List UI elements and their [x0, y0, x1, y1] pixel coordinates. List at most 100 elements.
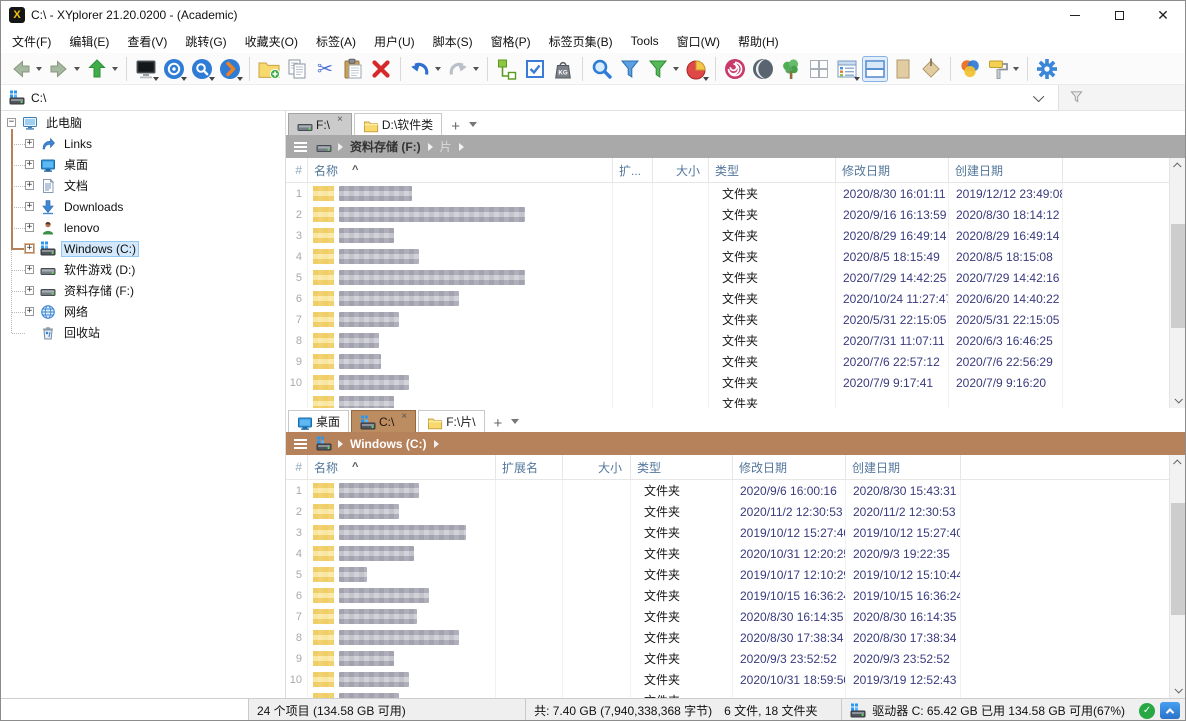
toolbar-delete-button[interactable]: [368, 56, 394, 82]
toolbar-redo-button[interactable]: [445, 56, 471, 82]
column-header-ext[interactable]: 扩...: [613, 158, 653, 182]
file-row[interactable]: 1文件夹2020/8/30 16:01:112019/12/12 23:49:0…: [286, 183, 1185, 204]
toolbar-configuration-button[interactable]: [1034, 56, 1060, 82]
dropdown-arrow-icon[interactable]: [237, 77, 243, 81]
scroll-up-arrow[interactable]: [1170, 455, 1186, 471]
toolbar-horizontal-panes-button[interactable]: [862, 56, 888, 82]
expand-icon[interactable]: +: [25, 244, 34, 253]
statusbar-panel-toggle-button[interactable]: [1160, 702, 1180, 719]
tree-item-软件游戏-D-[interactable]: +软件游戏 (D:): [1, 259, 285, 280]
dropdown-arrow-icon[interactable]: [435, 67, 441, 71]
scroll-down-arrow[interactable]: [1170, 682, 1186, 698]
column-header-num[interactable]: #: [286, 455, 308, 479]
file-row[interactable]: 6文件夹2019/10/15 16:36:242019/10/15 16:36:…: [286, 585, 1185, 606]
toolbar-preview-pane-button[interactable]: [890, 56, 916, 82]
toolbar-filter-button[interactable]: [617, 56, 643, 82]
toolbar-folder-size-button[interactable]: KG: [550, 56, 576, 82]
expand-icon[interactable]: +: [25, 307, 34, 316]
file-row[interactable]: 4文件夹2020/8/5 18:15:492020/8/5 18:15:08: [286, 246, 1185, 267]
file-row[interactable]: 4文件夹2020/10/31 12:20:252020/9/3 19:22:35: [286, 543, 1185, 564]
tree-item-lenovo[interactable]: +lenovo: [1, 217, 285, 238]
column-header-type[interactable]: 类型: [709, 158, 836, 182]
menu-item-窗口W[interactable]: 窗口(W): [668, 30, 729, 53]
tree-item-Links[interactable]: +Links: [1, 133, 285, 154]
breadcrumb-segment[interactable]: 片: [440, 138, 452, 155]
column-header-name[interactable]: 名称^: [308, 158, 613, 182]
tree-item-资料存储-F-[interactable]: +资料存储 (F:): [1, 280, 285, 301]
file-row[interactable]: 9文件夹2020/7/6 22:57:122020/7/6 22:56:29: [286, 351, 1185, 372]
toolbar-tiles-view-button[interactable]: [806, 56, 832, 82]
dropdown-arrow-icon[interactable]: [153, 77, 159, 81]
dropdown-arrow-icon[interactable]: [74, 67, 80, 71]
menu-item-编辑E[interactable]: 编辑(E): [60, 30, 118, 53]
toolbar-paste-button[interactable]: [340, 56, 366, 82]
scrollbar-thumb[interactable]: [1171, 224, 1185, 328]
dropdown-arrow-icon[interactable]: [181, 77, 187, 81]
toolbar-cut-button[interactable]: ✂: [312, 56, 338, 82]
column-header-name[interactable]: 名称^: [308, 455, 496, 479]
toolbar-color-filters-button[interactable]: [957, 56, 983, 82]
scrollbar-thumb[interactable]: [1171, 503, 1185, 615]
dropdown-arrow-icon[interactable]: [473, 67, 479, 71]
tree-item-Windows-C-[interactable]: +Windows (C:): [1, 238, 285, 259]
menu-item-Tools[interactable]: Tools: [622, 31, 668, 51]
scroll-up-arrow[interactable]: [1170, 158, 1186, 174]
menu-item-用户U[interactable]: 用户(U): [365, 30, 424, 53]
toolbar-styles-button[interactable]: [985, 56, 1011, 82]
file-row[interactable]: 10文件夹2020/10/31 18:59:502019/3/19 12:52:…: [286, 669, 1185, 690]
collapse-icon[interactable]: −: [7, 118, 16, 127]
file-row[interactable]: 2文件夹2020/9/16 16:13:592020/8/30 18:14:12: [286, 204, 1185, 225]
expand-icon[interactable]: +: [25, 160, 34, 169]
toolbar-details-view-button[interactable]: [834, 56, 860, 82]
breadcrumb-segment[interactable]: 资料存储 (F:): [350, 138, 421, 155]
toolbar-copy-button[interactable]: [284, 56, 310, 82]
breadcrumb-segment[interactable]: Windows (C:): [350, 437, 427, 451]
menu-item-帮助H[interactable]: 帮助(H): [729, 30, 788, 53]
toolbar-forward-button[interactable]: [46, 56, 72, 82]
tab-close-icon[interactable]: ×: [337, 115, 343, 125]
menu-item-跳转G[interactable]: 跳转(G): [176, 30, 235, 53]
toolbar-mini-tree-button[interactable]: [133, 56, 159, 82]
toolbar-new-folder-button[interactable]: [256, 56, 282, 82]
address-input[interactable]: C:\: [1, 85, 1030, 110]
dropdown-arrow-icon[interactable]: [112, 67, 118, 71]
new-tab-button[interactable]: +: [487, 415, 510, 432]
close-button[interactable]: ✕: [1141, 1, 1185, 29]
dropdown-arrow-icon[interactable]: [36, 67, 42, 71]
column-header-num[interactable]: #: [286, 158, 308, 182]
scroll-down-arrow[interactable]: [1170, 392, 1186, 408]
toolbar-back-button[interactable]: [8, 56, 34, 82]
tree-item-桌面[interactable]: +桌面: [1, 154, 285, 175]
toolbar-dark-mode-button[interactable]: [750, 56, 776, 82]
toolbar-go-to-button[interactable]: [217, 56, 243, 82]
menu-item-收藏夹O[interactable]: 收藏夹(O): [236, 30, 307, 53]
dropdown-arrow-icon[interactable]: [854, 77, 860, 81]
column-header-mod[interactable]: 修改日期: [733, 455, 846, 479]
expand-icon[interactable]: +: [25, 286, 34, 295]
address-dropdown-icon[interactable]: [1033, 90, 1044, 101]
tab-C[interactable]: C:\×: [351, 410, 416, 432]
expand-icon[interactable]: +: [25, 181, 34, 190]
menu-item-脚本S[interactable]: 脚本(S): [424, 30, 482, 53]
tab-list-dropdown-icon[interactable]: [511, 419, 519, 424]
tab-list-dropdown-icon[interactable]: [469, 122, 477, 127]
expand-icon[interactable]: +: [25, 223, 34, 232]
tree-item-网络[interactable]: +网络: [1, 301, 285, 322]
file-row[interactable]: 8文件夹2020/8/30 17:38:342020/8/30 17:38:34: [286, 627, 1185, 648]
tree-item-回收站[interactable]: 回收站: [1, 322, 285, 343]
menu-item-标签页集B[interactable]: 标签页集(B): [540, 30, 622, 53]
dropdown-arrow-icon[interactable]: [209, 77, 215, 81]
file-row[interactable]: 5文件夹2020/7/29 14:42:252020/7/29 14:42:16: [286, 267, 1185, 288]
file-row[interactable]: 文件夹: [286, 393, 1185, 408]
hamburger-menu-icon[interactable]: [294, 439, 307, 449]
toolbar-hotlist-button[interactable]: [161, 56, 187, 82]
tab-F[interactable]: F:\×: [288, 113, 352, 135]
expand-icon[interactable]: +: [25, 202, 34, 211]
column-header-size[interactable]: 大小: [563, 455, 631, 479]
column-header-mod[interactable]: 修改日期: [836, 158, 949, 182]
toolbar-tag-pane-button[interactable]: [918, 56, 944, 82]
tab-D软件类[interactable]: D:\软件类: [354, 113, 442, 135]
toolbar-tree-toggle-button[interactable]: [494, 56, 520, 82]
dropdown-arrow-icon[interactable]: [1013, 67, 1019, 71]
toolbar-checkbox-selection-button[interactable]: [522, 56, 548, 82]
